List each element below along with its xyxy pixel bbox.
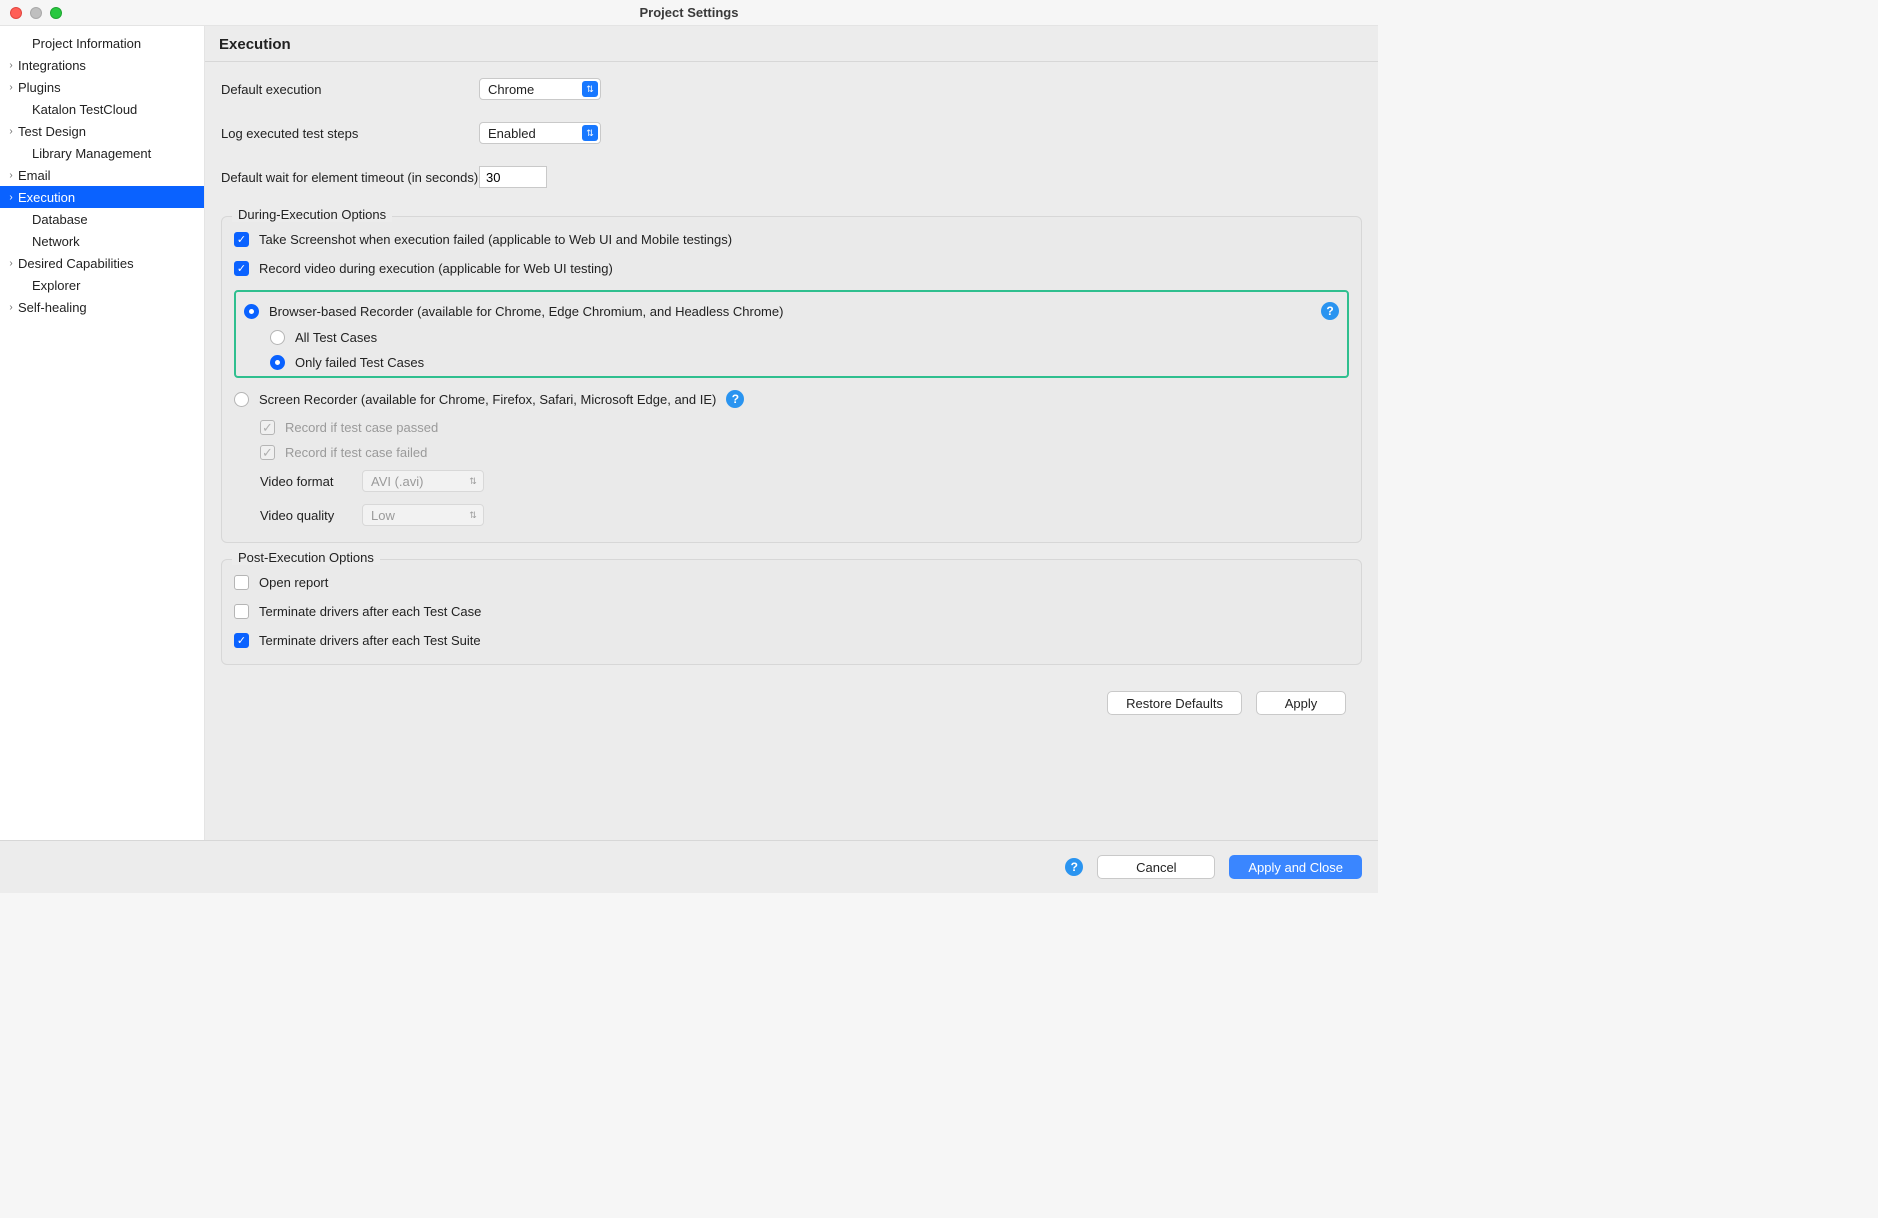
body: Project Information ›Integrations ›Plugi… bbox=[0, 26, 1378, 840]
row-all-test-cases: All Test Cases bbox=[270, 330, 1339, 345]
window-title: Project Settings bbox=[0, 5, 1378, 20]
content-header: Execution bbox=[205, 26, 1378, 62]
sidebar-item-katalon-testcloud[interactable]: Katalon TestCloud bbox=[0, 98, 204, 120]
select-video-format: AVI (.avi) ⇅ bbox=[362, 470, 484, 492]
help-icon[interactable]: ? bbox=[1321, 302, 1339, 320]
group-post-execution: Post-Execution Options Open report Termi… bbox=[221, 559, 1362, 665]
help-icon[interactable]: ? bbox=[726, 390, 744, 408]
group-title-post: Post-Execution Options bbox=[232, 550, 380, 565]
sidebar-item-self-healing[interactable]: ›Self-healing bbox=[0, 296, 204, 318]
sidebar-item-database[interactable]: Database bbox=[0, 208, 204, 230]
restore-defaults-button[interactable]: Restore Defaults bbox=[1107, 691, 1242, 715]
checkbox-take-screenshot[interactable]: ✓ bbox=[234, 232, 249, 247]
sidebar-item-integrations[interactable]: ›Integrations bbox=[0, 54, 204, 76]
updown-arrows-icon: ⇅ bbox=[582, 125, 598, 141]
checkbox-record-failed: ✓ bbox=[260, 445, 275, 460]
dialog-bottom-bar: ? Cancel Apply and Close bbox=[0, 840, 1378, 893]
sidebar-item-execution[interactable]: ›Execution bbox=[0, 186, 204, 208]
chevron-right-icon: › bbox=[4, 258, 18, 269]
label-default-execution: Default execution bbox=[221, 82, 479, 97]
updown-arrows-icon: ⇅ bbox=[582, 81, 598, 97]
row-terminate-case: Terminate drivers after each Test Case bbox=[234, 604, 1349, 619]
checkbox-record-video[interactable]: ✓ bbox=[234, 261, 249, 276]
checkbox-record-passed: ✓ bbox=[260, 420, 275, 435]
label-log-steps: Log executed test steps bbox=[221, 126, 479, 141]
row-take-screenshot: ✓ Take Screenshot when execution failed … bbox=[234, 232, 1349, 247]
row-video-quality: Video quality Low ⇅ bbox=[234, 504, 1349, 526]
sidebar-item-explorer[interactable]: Explorer bbox=[0, 274, 204, 296]
row-only-failed: Only failed Test Cases bbox=[270, 355, 1339, 370]
row-browser-based: Browser-based Recorder (available for Ch… bbox=[244, 302, 1339, 320]
row-screen-recorder: Screen Recorder (available for Chrome, F… bbox=[234, 390, 1349, 408]
sidebar-item-library-management[interactable]: Library Management bbox=[0, 142, 204, 164]
radio-all-test-cases[interactable] bbox=[270, 330, 285, 345]
row-record-video: ✓ Record video during execution (applica… bbox=[234, 261, 1349, 276]
radio-only-failed[interactable] bbox=[270, 355, 285, 370]
highlight-browser-recorder: Browser-based Recorder (available for Ch… bbox=[234, 290, 1349, 378]
row-record-passed: ✓ Record if test case passed bbox=[260, 420, 1349, 435]
checkbox-terminate-case[interactable] bbox=[234, 604, 249, 619]
titlebar: Project Settings bbox=[0, 0, 1378, 26]
content-panel: Execution Default execution Chrome ⇅ Log… bbox=[205, 26, 1378, 840]
row-video-format: Video format AVI (.avi) ⇅ bbox=[234, 470, 1349, 492]
sidebar-item-test-design[interactable]: ›Test Design bbox=[0, 120, 204, 142]
select-log-steps[interactable]: Enabled ⇅ bbox=[479, 122, 601, 144]
chevron-right-icon: › bbox=[4, 192, 18, 203]
checkbox-terminate-suite[interactable]: ✓ bbox=[234, 633, 249, 648]
label-wait-timeout: Default wait for element timeout (in sec… bbox=[221, 170, 479, 185]
select-default-execution[interactable]: Chrome ⇅ bbox=[479, 78, 601, 100]
sidebar-item-desired-capabilities[interactable]: ›Desired Capabilities bbox=[0, 252, 204, 274]
chevron-right-icon: › bbox=[4, 302, 18, 313]
checkbox-open-report[interactable] bbox=[234, 575, 249, 590]
settings-window: Project Settings Project Information ›In… bbox=[0, 0, 1378, 893]
sidebar: Project Information ›Integrations ›Plugi… bbox=[0, 26, 205, 840]
panel-footer: Restore Defaults Apply bbox=[221, 681, 1362, 717]
updown-arrows-icon: ⇅ bbox=[465, 507, 481, 523]
chevron-right-icon: › bbox=[4, 60, 18, 71]
row-log-steps: Log executed test steps Enabled ⇅ bbox=[221, 122, 1362, 144]
group-during-execution: During-Execution Options ✓ Take Screensh… bbox=[221, 216, 1362, 543]
cancel-button[interactable]: Cancel bbox=[1097, 855, 1215, 879]
updown-arrows-icon: ⇅ bbox=[465, 473, 481, 489]
input-wait-timeout[interactable] bbox=[479, 166, 547, 188]
help-icon[interactable]: ? bbox=[1065, 858, 1083, 876]
sidebar-item-email[interactable]: ›Email bbox=[0, 164, 204, 186]
row-wait-timeout: Default wait for element timeout (in sec… bbox=[221, 166, 1362, 188]
chevron-right-icon: › bbox=[4, 82, 18, 93]
sidebar-item-plugins[interactable]: ›Plugins bbox=[0, 76, 204, 98]
row-default-execution: Default execution Chrome ⇅ bbox=[221, 78, 1362, 100]
label-video-format: Video format bbox=[260, 474, 350, 489]
select-video-quality: Low ⇅ bbox=[362, 504, 484, 526]
apply-close-button[interactable]: Apply and Close bbox=[1229, 855, 1362, 879]
chevron-right-icon: › bbox=[4, 126, 18, 137]
row-open-report: Open report bbox=[234, 575, 1349, 590]
radio-screen-recorder[interactable] bbox=[234, 392, 249, 407]
row-terminate-suite: ✓ Terminate drivers after each Test Suit… bbox=[234, 633, 1349, 648]
row-record-failed: ✓ Record if test case failed bbox=[260, 445, 1349, 460]
sidebar-item-network[interactable]: Network bbox=[0, 230, 204, 252]
sidebar-item-project-information[interactable]: Project Information bbox=[0, 32, 204, 54]
label-video-quality: Video quality bbox=[260, 508, 350, 523]
radio-browser-based[interactable] bbox=[244, 304, 259, 319]
chevron-right-icon: › bbox=[4, 170, 18, 181]
apply-button[interactable]: Apply bbox=[1256, 691, 1346, 715]
group-title-during: During-Execution Options bbox=[232, 207, 392, 222]
settings-body: Default execution Chrome ⇅ Log executed … bbox=[205, 62, 1378, 727]
